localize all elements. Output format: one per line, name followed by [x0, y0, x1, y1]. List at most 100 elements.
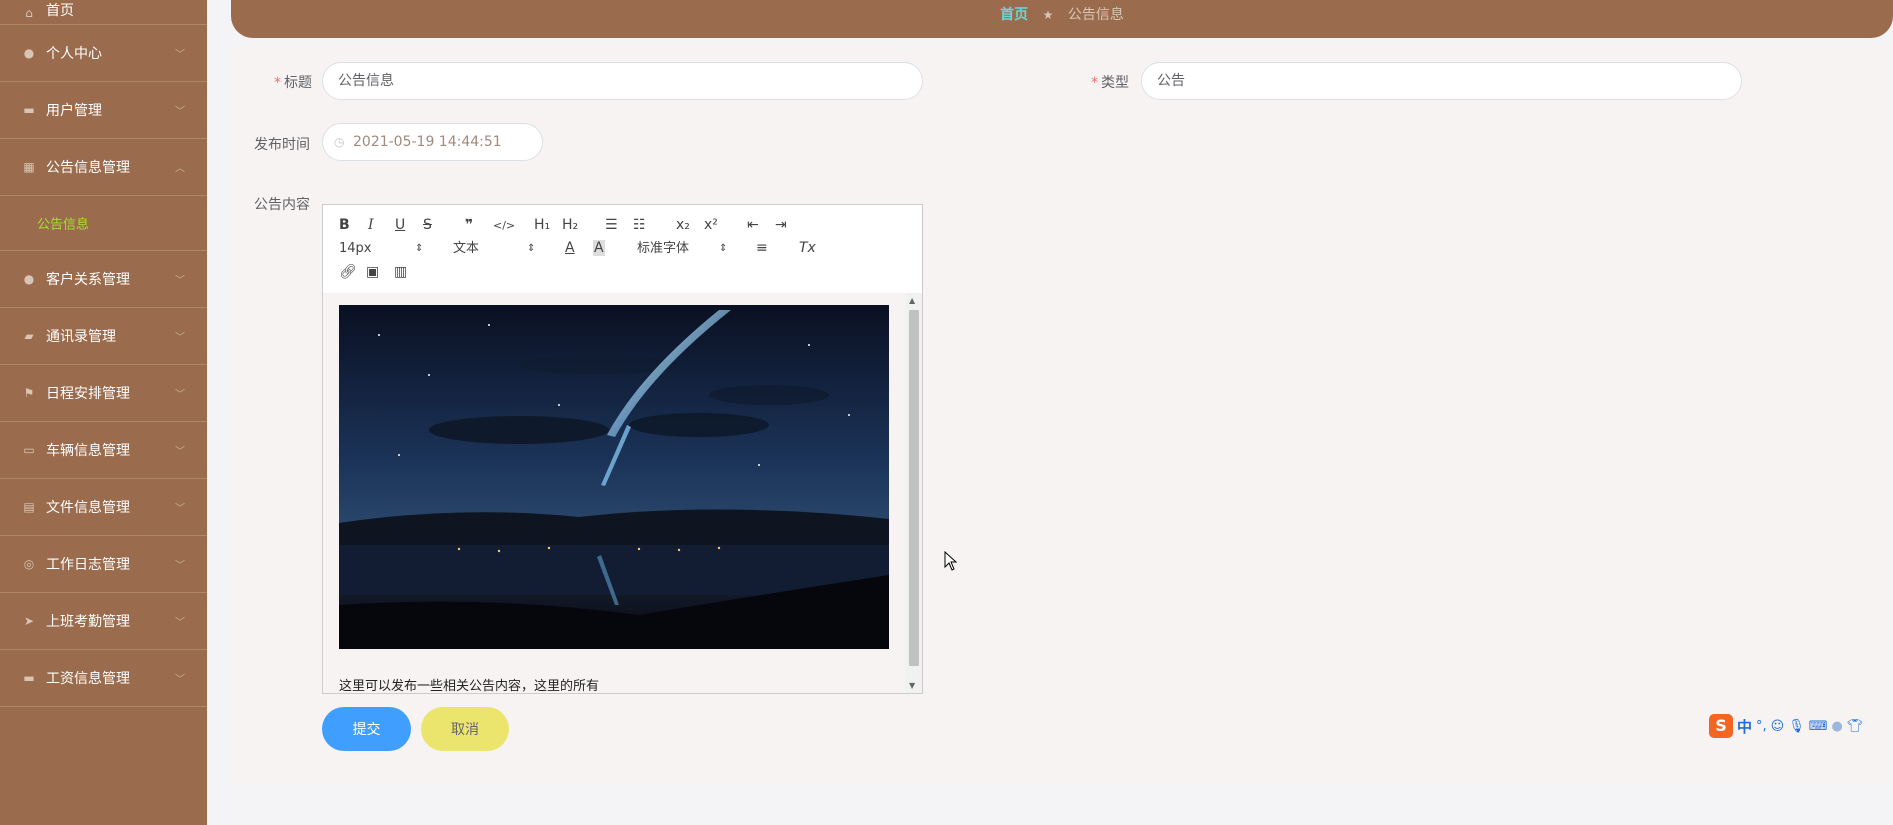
editor-content-text: 这里可以发布一些相关公告内容，这里的所有	[339, 679, 600, 693]
customer-icon: ●	[23, 272, 35, 286]
select-arrow-icon: ⇕	[527, 243, 536, 254]
sidebar-item-home[interactable]: ⌂ 首页	[0, 0, 207, 25]
indent-button[interactable]: ⇥	[775, 217, 787, 233]
chevron-up-icon: ︿	[175, 163, 185, 175]
sidebar-item-schedule[interactable]: ⚑ 日程安排管理 ﹀	[0, 365, 207, 422]
sidebar-item-salary[interactable]: ▬ 工资信息管理 ﹀	[0, 650, 207, 707]
font-size-select[interactable]: 14px	[339, 241, 372, 257]
type-label: * 类型	[1091, 75, 1129, 91]
sidebar-item-label: 车辆信息管理	[46, 443, 130, 459]
user-icon: ●	[23, 46, 35, 60]
cancel-button[interactable]: 取消	[421, 707, 509, 751]
link-icon[interactable]: 🔗︎	[339, 264, 357, 280]
send-icon: ➤	[23, 614, 35, 628]
rich-text-editor: B I U S ❞ </> H₁ H₂ ☰ ☷ x₂ x² ⇤ ⇥ 14px ⇕…	[322, 204, 923, 694]
sidebar-item-vehicle[interactable]: ▭ 车辆信息管理 ﹀	[0, 422, 207, 479]
sidebar-item-label: 个人中心	[46, 46, 102, 62]
sidebar-item-files[interactable]: ▤ 文件信息管理 ﹀	[0, 479, 207, 536]
editor-scrollbar[interactable]: ▲ ▼	[906, 293, 922, 693]
underline-button[interactable]: U	[395, 217, 405, 233]
header-select[interactable]: 文本	[453, 241, 479, 257]
clean-format-button[interactable]: Tx	[799, 240, 816, 256]
header2-button[interactable]: H₂	[562, 217, 578, 233]
keyboard-icon: ▬	[23, 671, 35, 685]
sidebar-item-notice-management[interactable]: ▦ 公告信息管理 ︿	[0, 139, 207, 196]
breadcrumb-home-link[interactable]: 首页	[1000, 7, 1028, 23]
type-input[interactable]: 公告	[1141, 62, 1742, 100]
sidebar-item-label: 客户关系管理	[46, 272, 130, 288]
skin-shirt-icon[interactable]: 👕︎	[1847, 719, 1864, 734]
publish-time-label: 发布时间	[254, 137, 310, 153]
content-label: 公告内容	[254, 197, 310, 213]
sidebar-item-label: 通讯录管理	[46, 329, 116, 345]
microphone-icon[interactable]: 🎙︎	[1788, 719, 1805, 734]
editor-content[interactable]: 这里可以发布一些相关公告内容，这里的所有 ▲ ▼	[323, 293, 922, 693]
sidebar-item-label: 用户管理	[46, 103, 102, 119]
scroll-down-icon[interactable]: ▼	[909, 681, 915, 690]
sidebar-item-label: 工资信息管理	[46, 671, 130, 687]
superscript-button[interactable]: x²	[704, 217, 718, 233]
scroll-thumb[interactable]	[909, 310, 919, 666]
title-label: * 标题	[274, 75, 312, 91]
sidebar-item-customer[interactable]: ● 客户关系管理 ﹀	[0, 251, 207, 308]
chevron-down-icon: ﹀	[175, 503, 185, 515]
night-sky-comet-picture	[339, 305, 889, 649]
sidebar-item-user-management[interactable]: ▬ 用户管理 ﹀	[0, 82, 207, 139]
required-mark: *	[1091, 75, 1098, 91]
chevron-down-icon: ﹀	[175, 49, 185, 61]
chevron-down-icon: ﹀	[175, 389, 185, 401]
code-block-button[interactable]: </>	[493, 218, 515, 234]
video-icon[interactable]: ▥	[394, 264, 407, 280]
keyboard-icon[interactable]: ⌨	[1809, 719, 1828, 734]
scroll-up-icon[interactable]: ▲	[909, 296, 915, 305]
chevron-down-icon: ﹀	[175, 275, 185, 287]
subscript-button[interactable]: x₂	[676, 217, 690, 233]
user-icon[interactable]: ●	[1832, 719, 1843, 734]
ordered-list-button[interactable]: ☰	[605, 217, 618, 233]
ime-toolbar: S 中 °, ☺ 🎙︎ ⌨ ● 👕︎	[1709, 713, 1893, 739]
chevron-down-icon: ﹀	[175, 332, 185, 344]
bullet-list-button[interactable]: ☷	[633, 217, 646, 233]
sidebar: ⌂ 首页 ● 个人中心 ﹀ ▬ 用户管理 ﹀ ▦ 公告信息管理 ︿ 公告信息 ●…	[0, 0, 207, 825]
sidebar-subitem-label: 公告信息	[37, 217, 90, 233]
sidebar-item-attendance[interactable]: ➤ 上班考勤管理 ﹀	[0, 593, 207, 650]
chevron-down-icon: ﹀	[175, 106, 185, 118]
background-color-button[interactable]: A	[593, 240, 605, 256]
sidebar-subitem-notice[interactable]: 公告信息	[0, 196, 207, 251]
breadcrumb: 首页 ★ 公告信息	[231, 4, 1893, 24]
publish-time-value: 2021-05-19 14:44:51	[353, 134, 502, 150]
font-color-button[interactable]: A	[565, 240, 575, 256]
home-icon: ⌂	[25, 6, 33, 20]
file-icon: ▤	[23, 500, 35, 514]
blockquote-button[interactable]: ❞	[465, 217, 473, 233]
font-family-select[interactable]: 标准字体	[637, 241, 689, 257]
emoji-icon[interactable]: ☺	[1771, 719, 1785, 734]
chevron-down-icon: ﹀	[175, 617, 185, 629]
mouse-cursor-icon	[944, 551, 958, 571]
sogou-logo-icon[interactable]: S	[1709, 714, 1733, 738]
sidebar-item-personal-center[interactable]: ● 个人中心 ﹀	[0, 25, 207, 82]
sidebar-item-contacts[interactable]: ▰ 通讯录管理 ﹀	[0, 308, 207, 365]
sidebar-item-label: 日程安排管理	[46, 386, 130, 402]
briefcase-icon: ▰	[24, 329, 34, 343]
header1-button[interactable]: H₁	[534, 217, 550, 233]
title-input[interactable]: 公告信息	[322, 62, 923, 100]
strike-button[interactable]: S	[423, 217, 432, 233]
publish-time-picker[interactable]: ◷ 2021-05-19 14:44:51	[322, 123, 543, 161]
bold-button[interactable]: B	[339, 217, 350, 233]
chevron-down-icon: ﹀	[175, 674, 185, 686]
ime-punctuation[interactable]: °,	[1756, 719, 1767, 734]
align-button[interactable]: ≡	[756, 240, 768, 256]
night-sky-comet-image	[339, 305, 889, 649]
required-mark: *	[274, 75, 281, 91]
italic-button[interactable]: I	[368, 217, 374, 233]
select-arrow-icon: ⇕	[415, 243, 424, 254]
sidebar-item-label: 文件信息管理	[46, 500, 130, 516]
submit-button[interactable]: 提交	[322, 707, 411, 751]
flag-icon: ⚑	[23, 386, 35, 400]
sidebar-item-worklog[interactable]: ◎ 工作日志管理 ﹀	[0, 536, 207, 593]
ime-chinese-mode[interactable]: 中	[1737, 716, 1752, 737]
outdent-button[interactable]: ⇤	[747, 217, 759, 233]
image-icon[interactable]: ▣	[366, 264, 379, 280]
chevron-down-icon: ﹀	[175, 446, 185, 458]
